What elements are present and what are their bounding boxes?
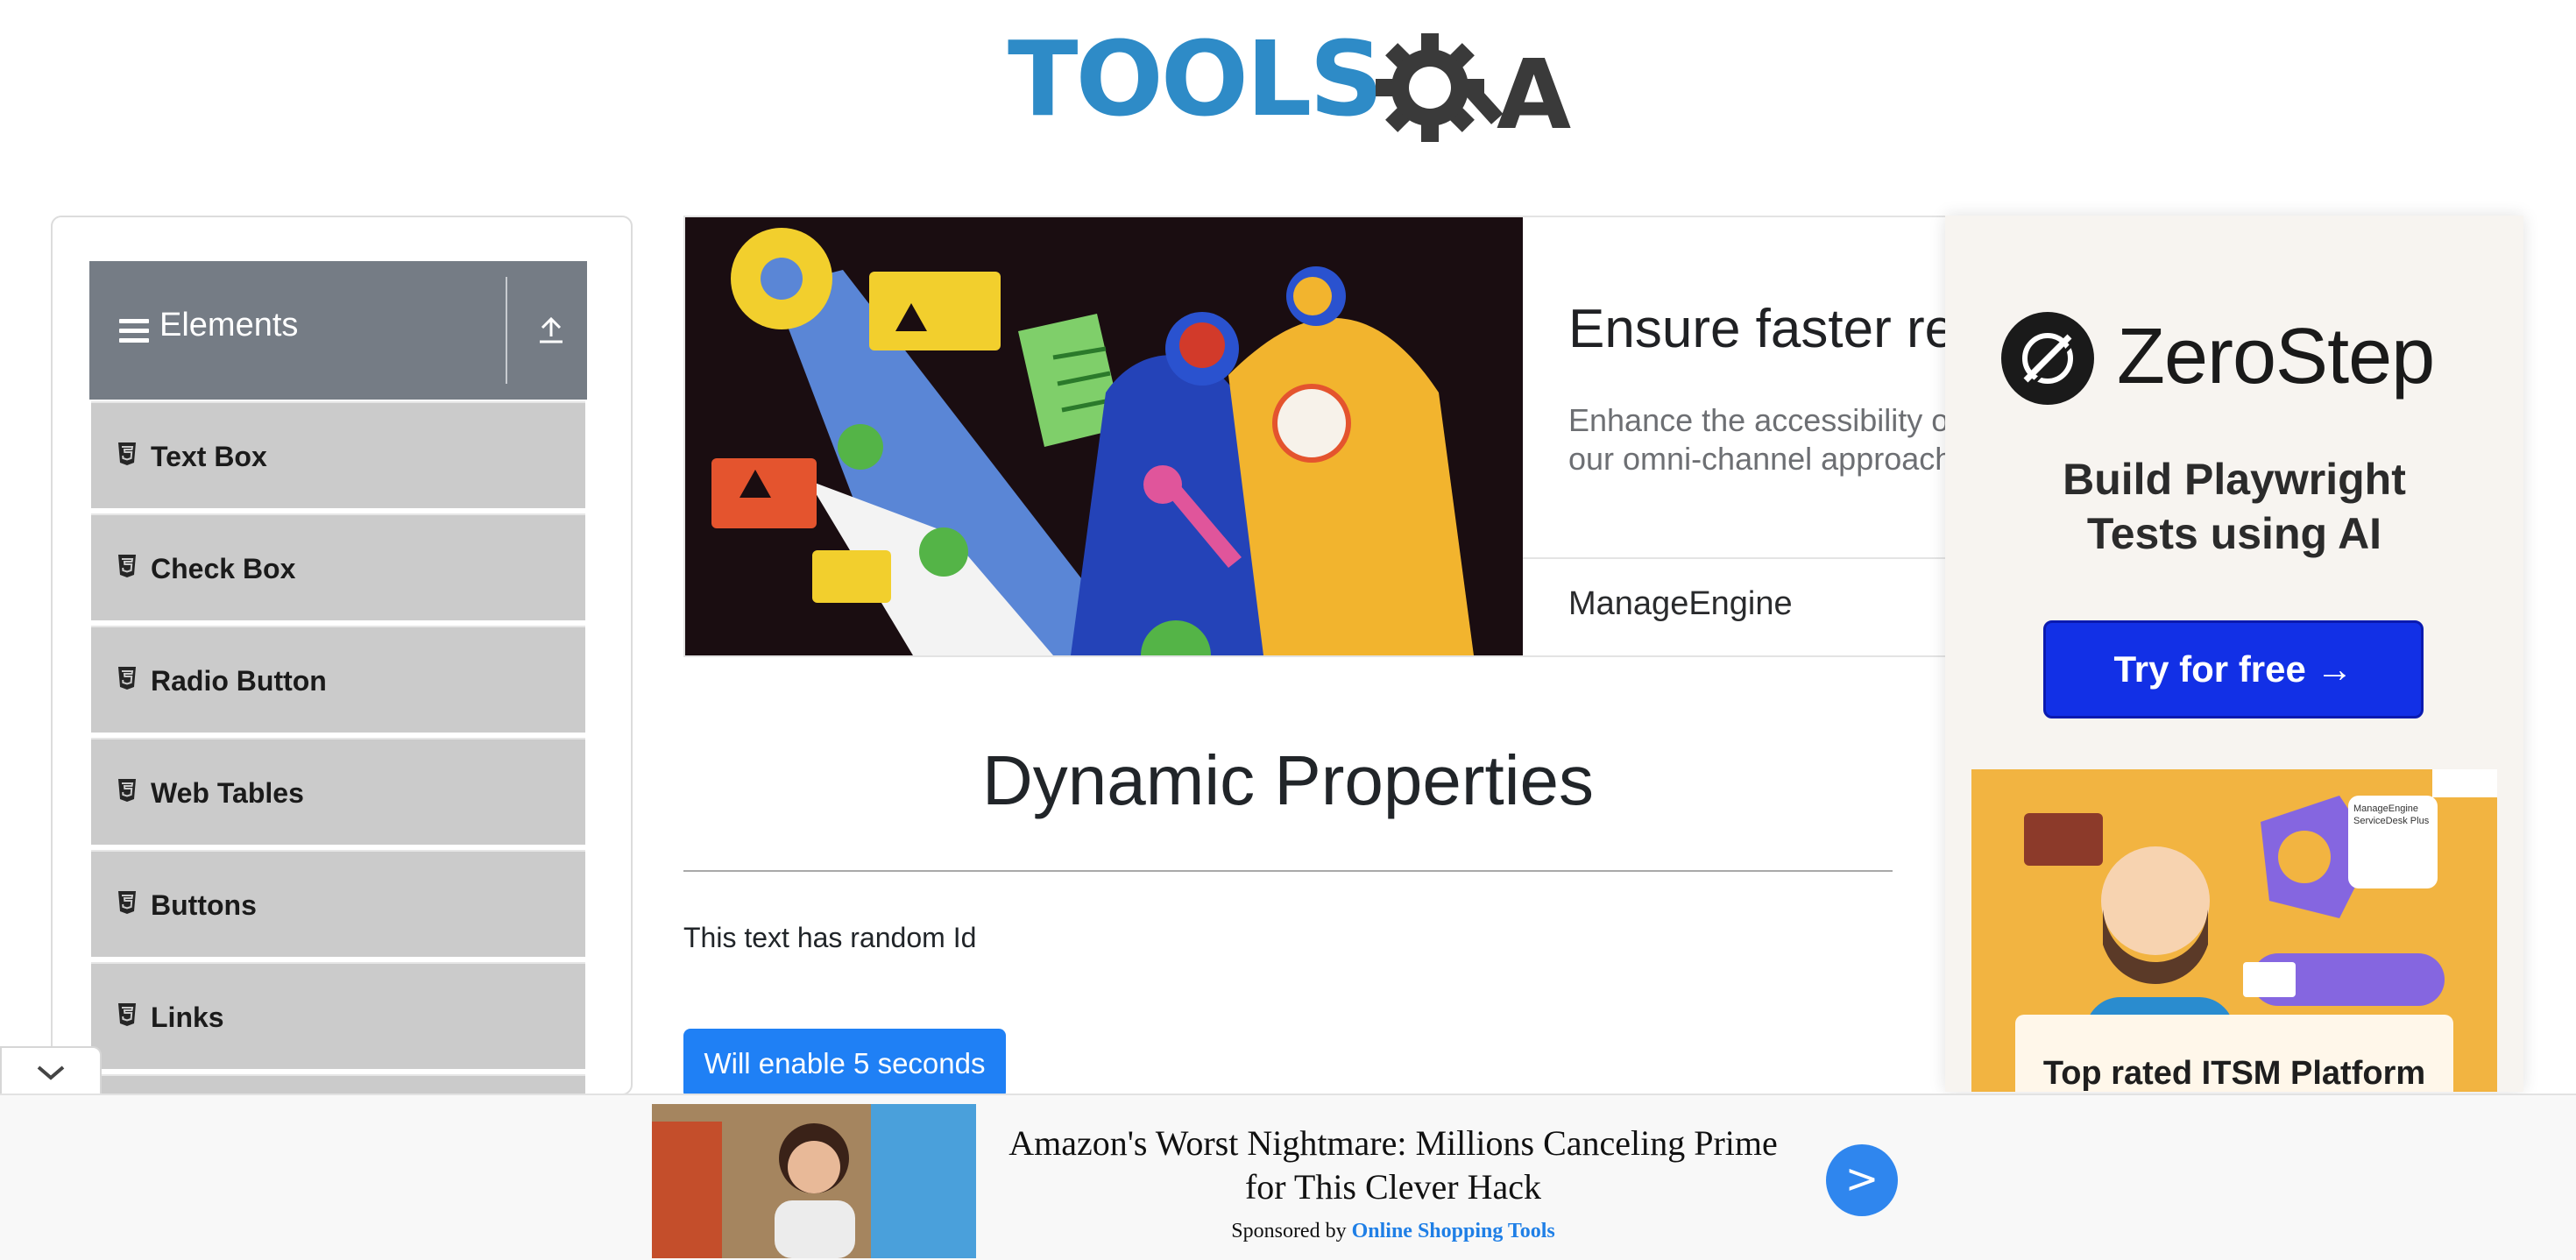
enable-after-button[interactable]: Will enable 5 seconds — [683, 1029, 1006, 1099]
sidebar-item-label: Text Box — [151, 441, 267, 472]
tagline-line: Tests using AI — [2086, 509, 2382, 558]
sponsor-name[interactable]: Online Shopping Tools — [1352, 1220, 1555, 1242]
sidebar-item-label: Links — [151, 1002, 224, 1033]
sidebar-item-label: Web Tables — [151, 777, 304, 809]
sidebar-item-check-box[interactable]: Check Box — [91, 513, 585, 620]
random-id-text: This text has random Id — [683, 922, 977, 953]
tagline-line: Build Playwright — [2063, 455, 2406, 504]
adchoices-icon[interactable] — [2432, 769, 2497, 797]
zerostep-tagline: Build Playwright Tests using AI — [1945, 452, 2523, 561]
banner-divider — [1523, 557, 1947, 559]
try-for-free-button[interactable]: Try for free → — [2043, 620, 2424, 718]
logo-wordmark: TOOLS — [1008, 18, 1384, 139]
collapse-ad-tab[interactable] — [0, 1046, 102, 1099]
banner-headline: Ensure faster res — [1568, 299, 1949, 359]
sidebar-item-partial[interactable] — [91, 1074, 585, 1094]
sidebar-item-label: Check Box — [151, 553, 296, 584]
sponsored-by-label: Sponsored by — [1231, 1220, 1347, 1242]
banner-body-line: our omni-channel approach — [1568, 441, 1949, 477]
html-file-icon — [118, 667, 136, 690]
banner-illustration — [685, 217, 1523, 655]
site-logo[interactable]: TOOLS A — [1008, 25, 1577, 156]
ad-go-button[interactable]: > — [1826, 1144, 1898, 1216]
html-file-icon — [118, 779, 136, 802]
itsm-cta[interactable]: Top rated ITSM Platform — [2015, 1015, 2453, 1092]
logo-suffix: A — [1497, 39, 1571, 151]
ad-thumbnail[interactable] — [652, 1104, 976, 1258]
header-divider — [506, 277, 507, 384]
sidebar-item-radio-button[interactable]: Radio Button — [91, 626, 585, 733]
page-title: Dynamic Properties — [981, 741, 1594, 819]
sidebar-item-buttons[interactable]: Buttons — [91, 850, 585, 957]
ad-headline[interactable]: Amazon's Worst Nightmare: Millions Cance… — [999, 1122, 1787, 1209]
menu-icon — [119, 319, 149, 348]
sidebar-item-label: Radio Button — [151, 665, 327, 697]
side-ad[interactable]: ZeroStep Build Playwright Tests using AI… — [1945, 216, 2523, 1092]
sidebar-item-text-box[interactable]: Text Box — [91, 401, 585, 508]
zerostep-brand: ZeroStep — [2117, 313, 2435, 400]
html-file-icon — [118, 891, 136, 914]
zerostep-logo-icon — [2001, 312, 2094, 405]
manageengine-ad[interactable]: ManageEngine ServiceDesk Plus Top rated … — [1971, 769, 2497, 1092]
sidebar-item-web-tables[interactable]: Web Tables — [91, 738, 585, 845]
html-file-icon — [118, 1003, 136, 1026]
title-divider — [683, 870, 1893, 872]
elements-group-header[interactable]: Elements — [89, 261, 587, 400]
logo-gear-icon: A — [1376, 33, 1571, 151]
sidebar-item-links[interactable]: Links — [91, 962, 585, 1069]
banner-body-line: Enhance the accessibility o — [1568, 402, 1949, 438]
ad-sponsor-line: Sponsored by Online Shopping Tools — [999, 1220, 1787, 1243]
banner-ad[interactable]: Ensure faster res Enhance the accessibil… — [683, 216, 1949, 657]
banner-brand: ManageEngine — [1568, 585, 1793, 622]
html-file-icon — [118, 442, 136, 465]
collapse-up-icon[interactable] — [536, 315, 566, 345]
manageengine-brand: ManageEngine ServiceDesk Plus — [2348, 796, 2438, 888]
group-title: Elements — [159, 307, 299, 343]
banner-body: Enhance the accessibility o our omni-cha… — [1568, 401, 1949, 478]
banner-text: Ensure faster res Enhance the accessibil… — [1523, 217, 1949, 655]
bottom-sticky-ad[interactable]: Amazon's Worst Nightmare: Millions Cance… — [0, 1094, 2576, 1260]
html-file-icon — [118, 555, 136, 577]
chevron-down-icon — [37, 1065, 65, 1080]
sidebar-item-label: Buttons — [151, 889, 257, 921]
left-panel: Elements Text Box Check Box Radio Button… — [51, 216, 633, 1095]
itsm-cta-label: Top rated ITSM Platform — [2042, 1055, 2426, 1092]
